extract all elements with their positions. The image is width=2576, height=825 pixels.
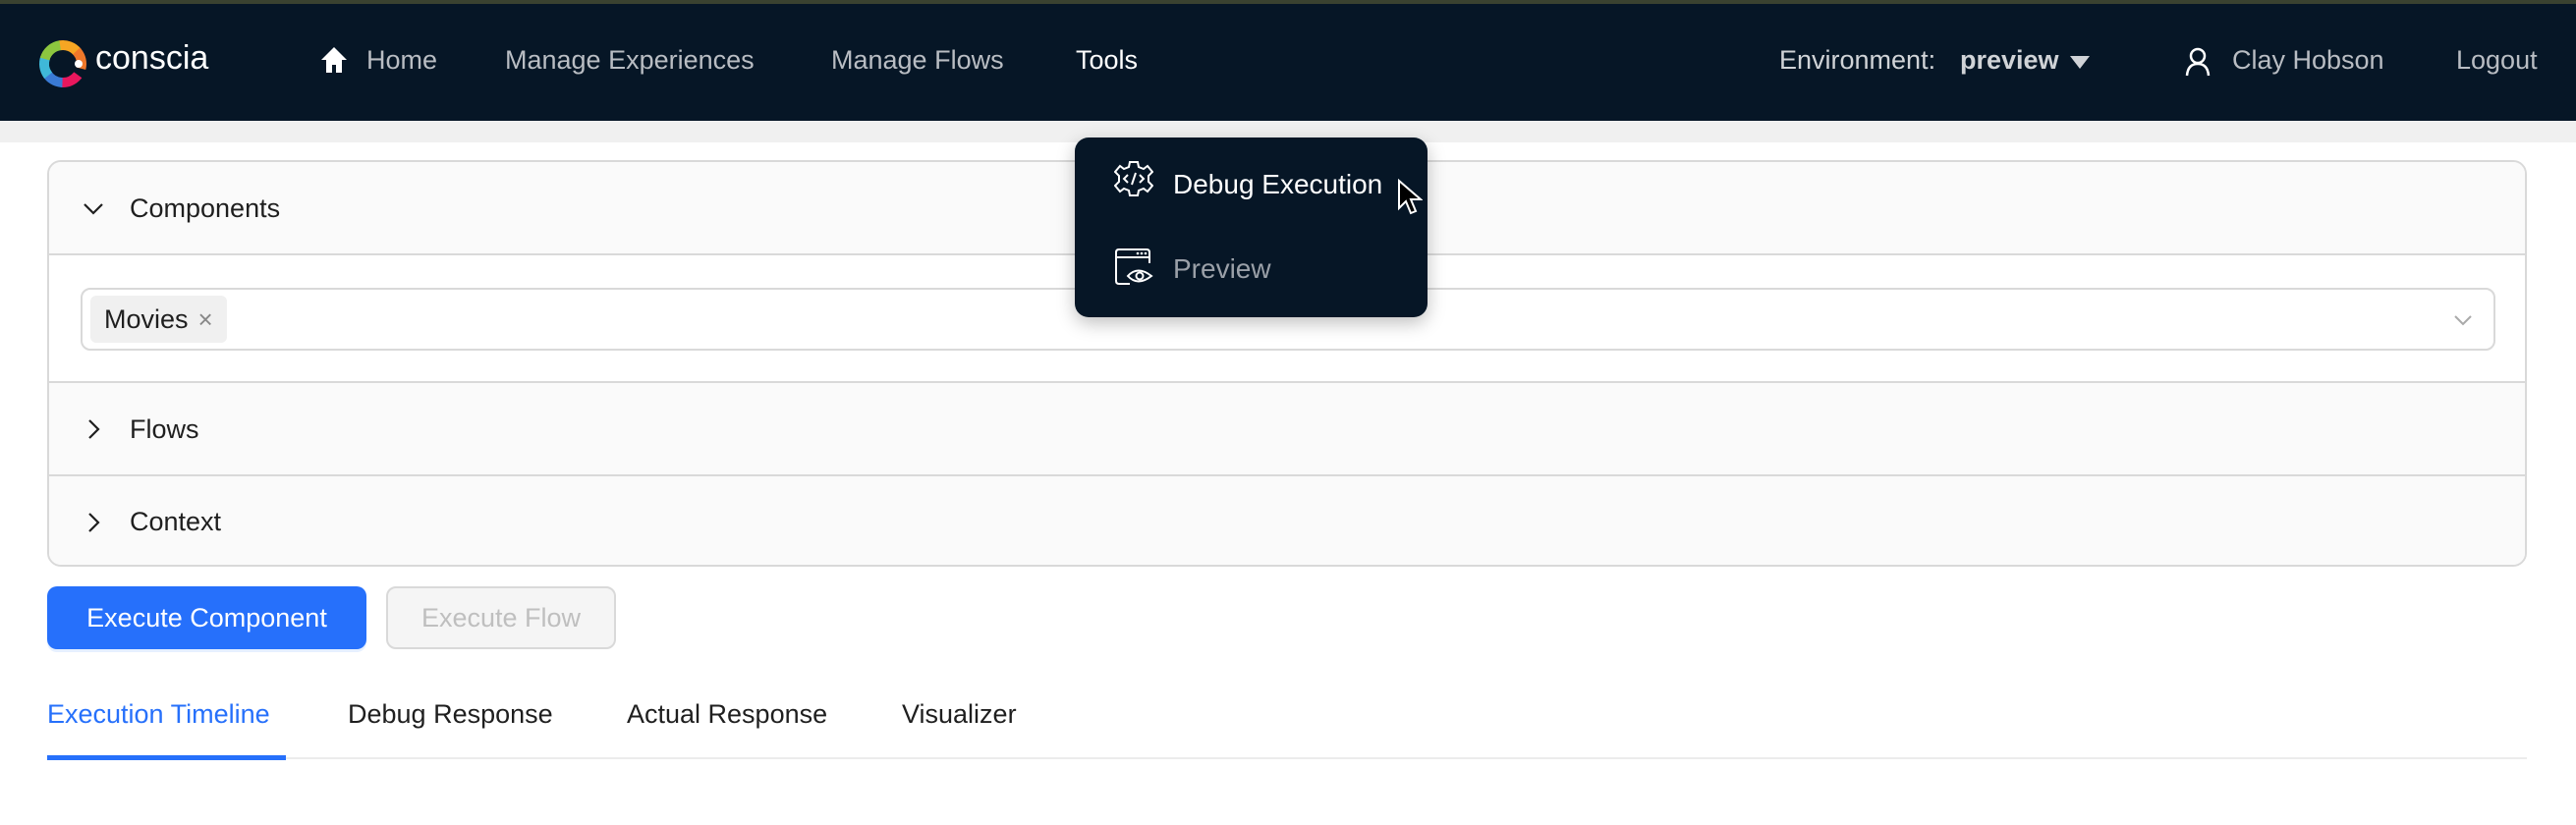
tab-execution-timeline[interactable]: Execution Timeline <box>47 699 270 730</box>
top-navbar: conscia Home Manage Experiences Manage F… <box>0 0 2576 121</box>
chevron-right-icon <box>88 513 100 532</box>
caret-down-icon[interactable] <box>2070 56 2090 70</box>
tab-visualizer[interactable]: Visualizer <box>902 699 1017 730</box>
tools-dropdown-menu: Debug Execution Preview <box>1075 138 1428 317</box>
panel-context-label: Context <box>130 507 222 536</box>
panel-flows-header[interactable]: Flows <box>49 383 2525 476</box>
user-name[interactable]: Clay Hobson <box>2232 45 2384 76</box>
tab-actual-response[interactable]: Actual Response <box>627 699 827 730</box>
nav-home-label: Home <box>366 45 438 75</box>
panel-flows-label: Flows <box>130 414 199 444</box>
window-eye-icon <box>1115 248 1153 285</box>
panel-context-header[interactable]: Context <box>49 476 2525 565</box>
home-icon <box>321 47 347 73</box>
environment-label: Environment: <box>1779 45 1936 75</box>
active-tab-indicator <box>47 755 286 760</box>
panel-components-label: Components <box>130 193 281 223</box>
execute-flow-button[interactable]: Execute Flow <box>386 586 616 649</box>
nav-tools[interactable]: Tools <box>1076 45 1138 76</box>
menu-item-label: Preview <box>1173 253 1271 284</box>
execute-component-button[interactable]: Execute Component <box>47 586 366 649</box>
environment-select[interactable]: preview <box>1960 45 2059 76</box>
conscia-logo-icon <box>39 40 86 87</box>
menu-item-label: Debug Execution <box>1173 169 1383 199</box>
nav-manage-experiences[interactable]: Manage Experiences <box>505 45 755 76</box>
chevron-down-icon <box>84 203 103 215</box>
tab-debug-response[interactable]: Debug Response <box>348 699 553 730</box>
logout-link[interactable]: Logout <box>2456 45 2538 76</box>
chevron-down-icon[interactable] <box>2452 309 2474 331</box>
nav-manage-flows[interactable]: Manage Flows <box>831 45 1004 76</box>
chevron-right-icon <box>88 419 100 439</box>
tag-remove-icon[interactable]: × <box>198 304 213 335</box>
tag-label: Movies <box>104 303 189 334</box>
gear-code-icon <box>1114 161 1153 196</box>
user-icon <box>2185 47 2211 77</box>
logo-text: conscia <box>95 39 209 77</box>
selected-tag: Movies × <box>90 296 227 343</box>
mouse-cursor-icon <box>1398 179 1423 215</box>
tabs-divider <box>47 757 2527 759</box>
